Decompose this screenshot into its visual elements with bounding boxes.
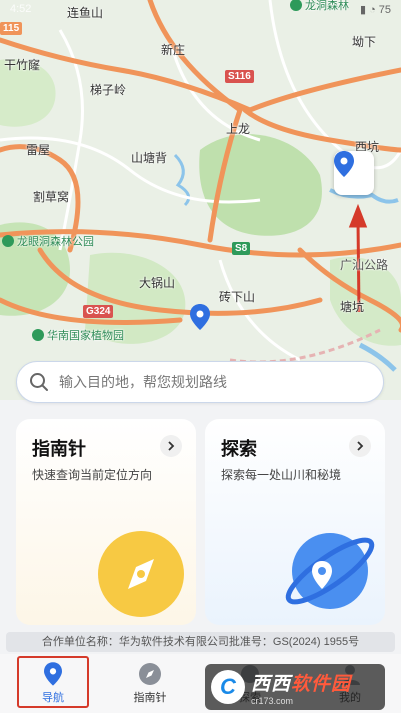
license-text: 合作单位名称：华为软件技术有限公司批准号：GS(2024) 1955号 [6,632,395,652]
map-label: 割草窝 [33,190,70,204]
map-marker-icon[interactable] [190,304,210,330]
watermark-url: cr173.com [251,695,294,706]
planet-icon [285,533,375,609]
location-pin-icon [334,151,354,177]
search-icon [30,373,48,391]
map-label: 山塘背 [131,151,168,165]
map-label: 上龙 [226,122,251,136]
road-badge-s116: S116 [225,70,254,83]
card-description: 快速查询当前定位方向 [32,468,153,482]
tab-navigation[interactable]: 导航 [3,654,103,713]
card-description: 探索每一处山川和秘境 [221,468,342,482]
map-label: 新庄 [161,43,186,57]
map-poi-botanic[interactable]: 华南国家植物园 [32,327,124,343]
map-view[interactable]: 4:52 ▮ ◔ 75 龙洞森林 115 S116 S8 G324 连鱼山 新庄… [0,0,401,400]
compass-icon [98,531,184,617]
locate-button[interactable] [334,151,374,195]
card-title: 探索 [221,439,257,459]
map-poi-top: 龙洞森林 [290,0,349,13]
map-label: 梯子岭 [90,83,127,97]
watermark-title: 西西软件园 [251,673,352,695]
road-badge-115: 115 [0,22,23,35]
map-label: 砖下山 [219,290,256,304]
road-badge-g324: G324 [83,305,114,318]
compass-card[interactable]: 指南针 快速查询当前定位方向 [16,419,196,625]
card-title: 指南针 [32,439,86,459]
map-poi-longdong[interactable]: 龙眼洞森林公园 [2,233,94,249]
status-time: 4:52 [10,3,32,15]
map-label: 大锅山 [139,276,176,290]
map-label: 广汕公路 [340,258,389,272]
status-icons: ▮ ◔ 75 [359,4,391,16]
tab-label: 指南针 [133,692,167,704]
search-bar[interactable]: 输入目的地，帮您规划路线 [16,361,384,403]
road-badge-s8: S8 [232,242,251,255]
map-label: 雷屋 [26,143,51,157]
compass-icon [139,663,161,685]
map-label: 连鱼山 [67,6,104,20]
explore-card[interactable]: 探索 探索每一处山川和秘境 [205,419,385,625]
location-pin-icon [44,662,62,686]
watermark-logo-icon: C [211,670,245,704]
search-placeholder: 输入目的地，帮您规划路线 [59,374,227,390]
map-label: 塘坑 [340,300,365,314]
map-label: 干竹窿 [4,58,41,72]
chevron-right-icon[interactable] [349,435,371,457]
tab-compass[interactable]: 指南针 [100,654,200,713]
chevron-right-icon[interactable] [160,435,182,457]
watermark: C 西西软件园 cr173.com [205,664,385,710]
map-label: 坳下 [352,35,377,49]
tab-label: 导航 [42,692,64,704]
